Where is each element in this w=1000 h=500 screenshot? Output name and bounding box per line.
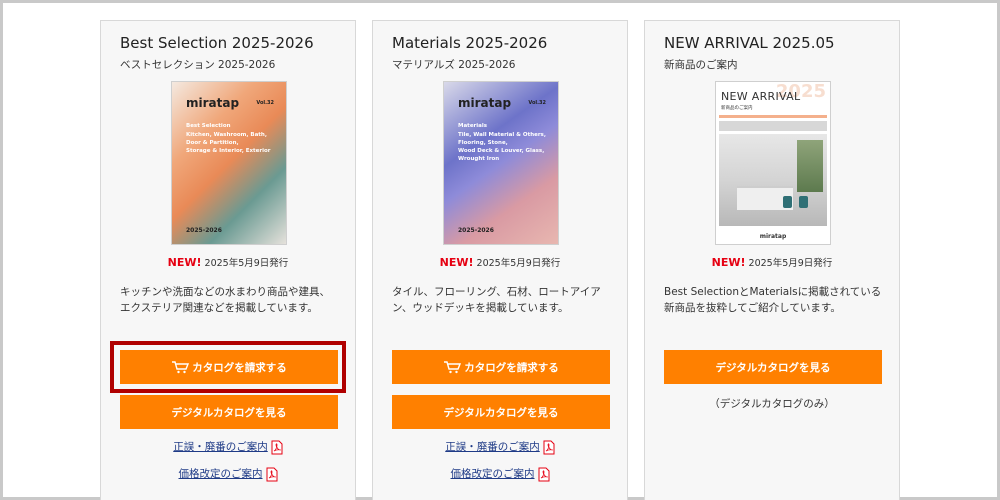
cover-volume: Vol.32 [256, 100, 274, 106]
cover-heading: Best Selection [186, 123, 231, 129]
release-date: 2025年5月9日発行 [204, 258, 289, 269]
cover-accent-bar [719, 115, 827, 118]
cover-brand: miratap [458, 96, 512, 110]
cover-photo-window [797, 140, 823, 192]
cover-items: Kitchen, Washroom, Bath, Door & Partitio… [186, 132, 271, 154]
card-title: Materials 2025-2026 [392, 34, 548, 52]
release-info: NEW! 2025年5月9日発行 [373, 255, 627, 269]
pdf-icon [271, 440, 283, 454]
release-info: NEW! 2025年5月9日発行 [645, 255, 899, 269]
errata-link-label: 正誤・廃番のご案内 [445, 441, 540, 453]
digital-only-note: （デジタルカタログのみ） [709, 398, 835, 410]
card-title: Best Selection 2025-2026 [120, 34, 314, 52]
release-info: NEW! 2025年5月9日発行 [101, 255, 355, 269]
cover-photo [719, 134, 827, 226]
cover-heading: NEW ARRIVAL [721, 90, 801, 103]
card-subtitle: ベストセレクション 2025-2026 [120, 59, 276, 71]
cover-subheading: 新商品のご案内 [721, 106, 753, 111]
digital-catalog-button[interactable]: デジタルカタログを見る [392, 395, 610, 429]
price-revision-link-label: 価格改定のご案内 [450, 468, 535, 480]
price-revision-link[interactable]: 価格改定のご案内 [373, 466, 627, 482]
catalog-cover-image[interactable]: miratap Vol.32 Materials Tile, Wall Mate… [443, 81, 559, 245]
card-description: Best SelectionとMaterialsに掲載されている新商品を抜粋して… [664, 286, 882, 314]
request-catalog-button[interactable]: カタログを請求する [392, 350, 610, 384]
request-catalog-label: カタログを請求する [464, 361, 559, 374]
cover-photo-chair [783, 196, 792, 208]
cover-brand: miratap [759, 233, 787, 240]
cover-photo-chair [799, 196, 808, 208]
cover-year: 2025-2026 [458, 227, 494, 234]
errata-link[interactable]: 正誤・廃番のご案内 [373, 439, 627, 455]
catalog-cover-image[interactable]: miratap Vol.32 Best Selection Kitchen, W… [171, 81, 287, 245]
cover-volume: Vol.32 [528, 100, 546, 106]
catalog-cover-image[interactable]: 2025 NEW ARRIVAL 新商品のご案内 miratap [715, 81, 831, 245]
price-revision-link[interactable]: 価格改定のご案内 [101, 466, 355, 482]
digital-catalog-label: デジタルカタログを見る [715, 361, 831, 374]
release-date: 2025年5月9日発行 [748, 258, 833, 269]
digital-catalog-label: デジタルカタログを見る [171, 406, 287, 419]
cover-brand: miratap [186, 96, 240, 110]
price-revision-link-label: 価格改定のご案内 [178, 468, 263, 480]
catalog-card-new-arrival: NEW ARRIVAL 2025.05 新商品のご案内 2025 NEW ARR… [644, 20, 900, 500]
card-title: NEW ARRIVAL 2025.05 [664, 34, 835, 52]
cover-heading: Materials [458, 123, 488, 129]
new-badge: NEW! [711, 256, 746, 269]
cover-info-strip [719, 121, 827, 131]
release-date: 2025年5月9日発行 [476, 258, 561, 269]
cover-items: Tile, Wall Material & Others, Flooring, … [458, 132, 546, 162]
card-description: キッチンや洗面などの水まわり商品や建具、エクステリア関連などを掲載しています。 [120, 286, 330, 314]
highlight-box [110, 341, 346, 393]
cover-year: 2025-2026 [186, 227, 222, 234]
cart-icon [444, 361, 462, 374]
new-badge: NEW! [167, 256, 202, 269]
new-badge: NEW! [439, 256, 474, 269]
digital-catalog-button[interactable]: デジタルカタログを見る [120, 395, 338, 429]
card-description: タイル、フローリング、石材、ロートアイアン、ウッドデッキを掲載しています。 [392, 286, 601, 314]
errata-link-label: 正誤・廃番のご案内 [173, 441, 268, 453]
pdf-icon [543, 440, 555, 454]
errata-link[interactable]: 正誤・廃番のご案内 [101, 439, 355, 455]
card-subtitle: マテリアルズ 2025-2026 [392, 59, 516, 71]
catalog-card-best-selection: Best Selection 2025-2026 ベストセレクション 2025-… [100, 20, 356, 500]
pdf-icon [538, 467, 549, 481]
card-subtitle: 新商品のご案内 [664, 59, 738, 71]
pdf-icon [266, 467, 277, 481]
catalog-card-materials: Materials 2025-2026 マテリアルズ 2025-2026 mir… [372, 20, 628, 500]
digital-catalog-label: デジタルカタログを見る [443, 406, 559, 419]
digital-catalog-button[interactable]: デジタルカタログを見る [664, 350, 882, 384]
